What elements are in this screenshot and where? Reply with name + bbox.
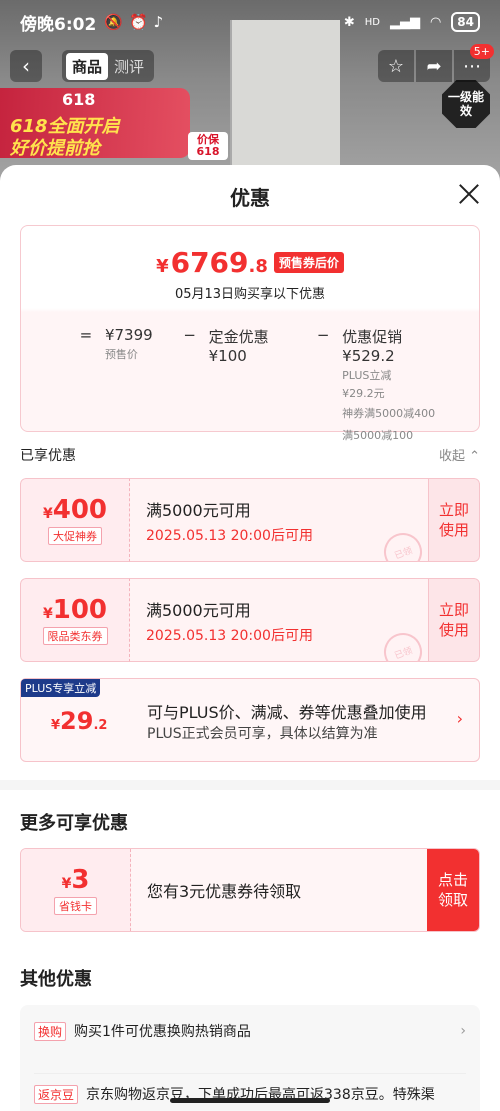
promo-detail-coupon: 神券满5000减400 <box>342 407 436 420</box>
saving-card-text: 您有3元优惠券待领取 <box>131 849 427 931</box>
share-icon: ➦ <box>426 55 442 77</box>
price-guarantee-badge: 价保618 <box>188 132 228 160</box>
price-summary: ¥6769.8 预售券后价 05月13日购买享以下优惠 = ¥7399 预售价 … <box>20 225 480 442</box>
energy-label-badge: 一级能效 <box>442 80 490 128</box>
other-discounts-title: 其他优惠 <box>20 969 92 990</box>
claim-button[interactable]: 点击领取 <box>427 849 479 931</box>
coupon-name: 大促神券 <box>48 527 102 545</box>
section-divider <box>0 780 500 790</box>
saving-card: ¥3 省钱卡 您有3元优惠券待领取 点击领取 <box>20 848 480 932</box>
close-icon[interactable] <box>458 183 480 205</box>
coupon-amount: ¥100 <box>42 595 108 625</box>
coupon-name: 限品类东券 <box>42 627 108 645</box>
plus-discount-card[interactable]: PLUS专享立减 ¥29.2 可与PLUS价、满减、券等优惠叠加使用 PLUS正… <box>20 678 480 762</box>
sheet-title: 优惠 <box>230 186 270 210</box>
plus-badge: PLUS专享立减 <box>21 679 101 697</box>
wifi-icon: ◠ <box>429 14 442 30</box>
promo-detail-plus: PLUS立减 <box>342 369 392 382</box>
discount-sheet: 优惠 ¥6769.8 预售券后价 05月13日购买享以下优惠 = ¥7399 预… <box>0 165 500 1111</box>
promo-discount: 优惠促销 ¥529.2 <box>342 328 403 365</box>
share-button[interactable]: ➦ <box>416 50 452 82</box>
coupon-condition: 满5000元可用 <box>146 501 251 520</box>
enjoyed-section-header: 已享优惠 收起 ⌃ <box>20 445 480 465</box>
alarm-icon: ⏰ <box>128 13 148 31</box>
price-breakdown: = ¥7399 预售价 − 定金优惠 ¥100 − 优惠促销 ¥529.2 PL… <box>79 326 459 445</box>
banner-618: 618 <box>62 90 96 109</box>
presale-price: ¥7399 <box>104 326 153 344</box>
status-time: 傍晚6:02 <box>20 14 97 35</box>
exchange-tag: 换购 <box>34 1021 67 1041</box>
favorite-button[interactable]: ☆ <box>378 50 414 82</box>
coupon-card: ¥400 大促神券 满5000元可用 2025.05.13 20:00后可用 已… <box>20 478 480 562</box>
top-nav: ‹ 商品 测评 ☆ ➦ ⋯ 5+ <box>0 44 500 84</box>
home-indicator[interactable] <box>170 1098 330 1103</box>
coupon-condition: 满5000元可用 <box>146 601 251 620</box>
more-discounts-title: 更多可享优惠 <box>20 813 128 834</box>
coupon-amount: ¥400 <box>42 495 108 525</box>
plus-amount: ¥29.2 <box>51 707 108 735</box>
signal-icon: ▂▄▆ <box>389 14 420 30</box>
tiktok-icon: ♪ <box>153 13 164 31</box>
promo-detail-plus-amount: ¥29.2元 <box>342 387 385 400</box>
plus-note: PLUS正式会员可享，具体以结算为准 <box>147 726 378 742</box>
list-item[interactable]: 换购 购买1件可优惠换购热销商品 › <box>34 1021 466 1041</box>
tab-review[interactable]: 测评 <box>108 53 150 80</box>
tab-product[interactable]: 商品 <box>66 52 109 80</box>
saving-card-amount: ¥3 <box>61 865 90 895</box>
coupon-card: ¥100 限品类东券 满5000元可用 2025.05.13 20:00后可用 … <box>20 578 480 662</box>
deposit-discount: 定金优惠 ¥100 <box>208 328 269 365</box>
use-now-button[interactable]: 立即使用 <box>428 578 480 662</box>
status-bar: 傍晚6:02 🔕 ⏰ ♪ ✱ HD ▂▄▆ ◠ 84 <box>0 0 500 44</box>
promo-detail-fullreduce: 满5000减100 <box>342 429 414 442</box>
use-now-button[interactable]: 立即使用 <box>428 478 480 562</box>
other-discounts-list: 换购 购买1件可优惠换购热销商品 › 返京豆 京东购物返京豆，下单成功后最高可返… <box>20 1005 480 1111</box>
saving-card-name: 省钱卡 <box>54 897 97 915</box>
network-label: HD <box>364 16 380 28</box>
nav-tabs: 商品 测评 <box>62 50 155 82</box>
message-badge: 5+ <box>469 44 494 59</box>
price-tag: 预售券后价 <box>273 252 344 273</box>
summary-subtitle: 05月13日购买享以下优惠 <box>174 287 326 302</box>
enjoyed-title: 已享优惠 <box>20 448 76 464</box>
plus-description: 可与PLUS价、满减、券等优惠叠加使用 <box>147 703 427 722</box>
mute-icon: 🔕 <box>104 13 123 31</box>
presale-label: 预售价 <box>104 348 138 361</box>
star-icon: ☆ <box>387 55 405 77</box>
more-button[interactable]: ⋯ 5+ <box>454 44 494 82</box>
jingdou-tag: 返京豆 <box>34 1084 79 1104</box>
chevron-right-icon: › <box>460 1023 466 1039</box>
banner-line2: 好价提前抢 <box>10 138 100 159</box>
bluetooth-icon: ✱ <box>343 14 355 30</box>
collapse-button[interactable]: 收起 ⌃ <box>439 445 480 465</box>
final-price: ¥6769.8 <box>156 246 268 279</box>
chevron-right-icon: › <box>456 709 463 728</box>
back-button[interactable]: ‹ <box>10 50 42 82</box>
battery-indicator: 84 <box>451 12 480 32</box>
